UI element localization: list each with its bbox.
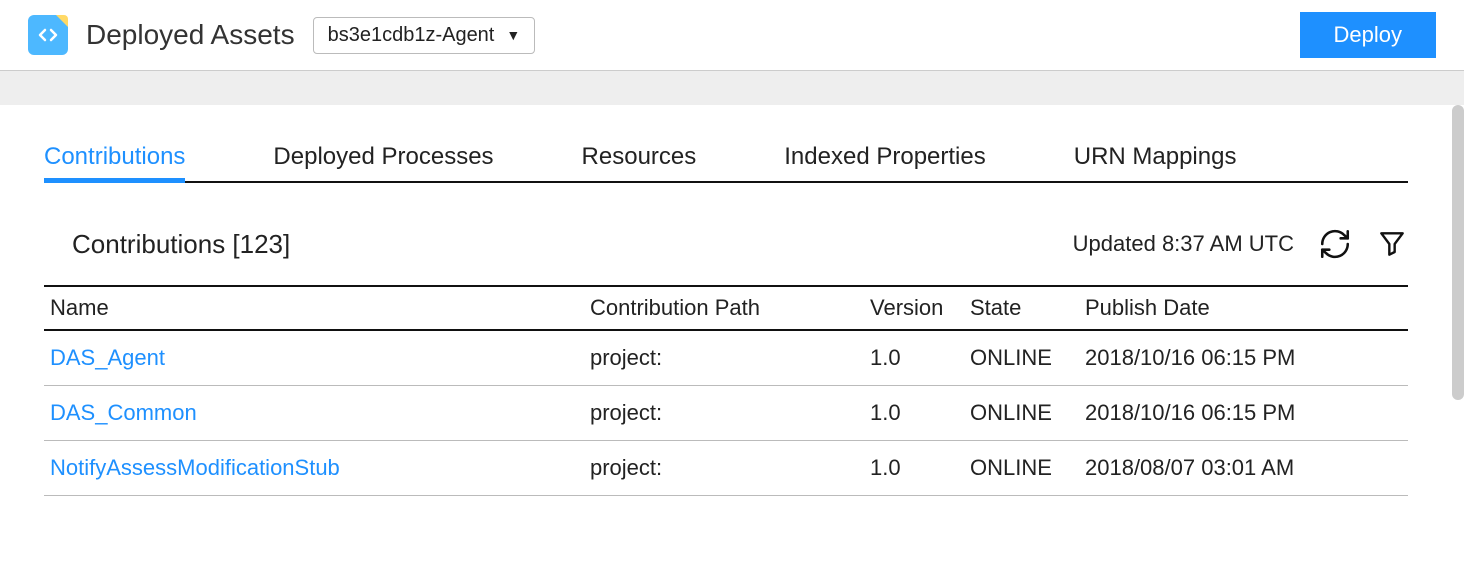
filter-icon[interactable] xyxy=(1376,228,1408,260)
refresh-icon[interactable] xyxy=(1318,227,1352,261)
tab-bar: Contributions Deployed Processes Resources… xyxy=(44,135,1408,183)
app-code-icon xyxy=(28,15,68,55)
row-state: ONLINE xyxy=(964,330,1079,386)
row-state: ONLINE xyxy=(964,386,1079,441)
row-state: ONLINE xyxy=(964,441,1079,496)
tab-contributions[interactable]: Contributions xyxy=(44,135,185,181)
tab-urn-mappings[interactable]: URN Mappings xyxy=(1074,135,1237,181)
row-date: 2018/10/16 06:15 PM xyxy=(1079,386,1408,441)
row-name-link[interactable]: DAS_Common xyxy=(44,386,584,441)
updated-timestamp: Updated 8:37 AM UTC xyxy=(1073,231,1294,257)
scrollbar[interactable] xyxy=(1452,105,1464,400)
row-version: 1.0 xyxy=(864,386,964,441)
tab-indexed-properties[interactable]: Indexed Properties xyxy=(784,135,985,181)
row-version: 1.0 xyxy=(864,330,964,386)
col-header-state[interactable]: State xyxy=(964,286,1079,330)
agent-selected-label: bs3e1cdb1z-Agent xyxy=(328,24,495,47)
page-title: Deployed Assets xyxy=(86,19,295,51)
row-path: project: xyxy=(584,441,864,496)
row-version: 1.0 xyxy=(864,441,964,496)
col-header-date[interactable]: Publish Date xyxy=(1079,286,1408,330)
col-header-path[interactable]: Contribution Path xyxy=(584,286,864,330)
chevron-down-icon: ▼ xyxy=(506,27,520,43)
section-header: Contributions [123] Updated 8:37 AM UTC xyxy=(44,227,1408,261)
col-header-version[interactable]: Version xyxy=(864,286,964,330)
row-name-link[interactable]: NotifyAssessModificationStub xyxy=(44,441,584,496)
row-name-link[interactable]: DAS_Agent xyxy=(44,330,584,386)
tab-deployed-processes[interactable]: Deployed Processes xyxy=(273,135,493,181)
row-path: project: xyxy=(584,386,864,441)
row-path: project: xyxy=(584,330,864,386)
tab-resources[interactable]: Resources xyxy=(582,135,697,181)
deploy-button[interactable]: Deploy xyxy=(1300,12,1436,58)
topbar: Deployed Assets bs3e1cdb1z-Agent ▼ Deplo… xyxy=(0,0,1464,71)
agent-selector[interactable]: bs3e1cdb1z-Agent ▼ xyxy=(313,17,536,54)
section-title: Contributions [123] xyxy=(44,229,290,260)
col-header-name[interactable]: Name xyxy=(44,286,584,330)
main-panel: Contributions Deployed Processes Resources… xyxy=(0,105,1452,496)
row-date: 2018/10/16 06:15 PM xyxy=(1079,330,1408,386)
table-row: DAS_Commonproject:1.0ONLINE2018/10/16 06… xyxy=(44,386,1408,441)
table-row: NotifyAssessModificationStubproject:1.0O… xyxy=(44,441,1408,496)
separator-strip xyxy=(0,71,1464,105)
contributions-table: Name Contribution Path Version State Pub… xyxy=(44,285,1408,496)
row-date: 2018/08/07 03:01 AM xyxy=(1079,441,1408,496)
table-row: DAS_Agentproject:1.0ONLINE2018/10/16 06:… xyxy=(44,330,1408,386)
